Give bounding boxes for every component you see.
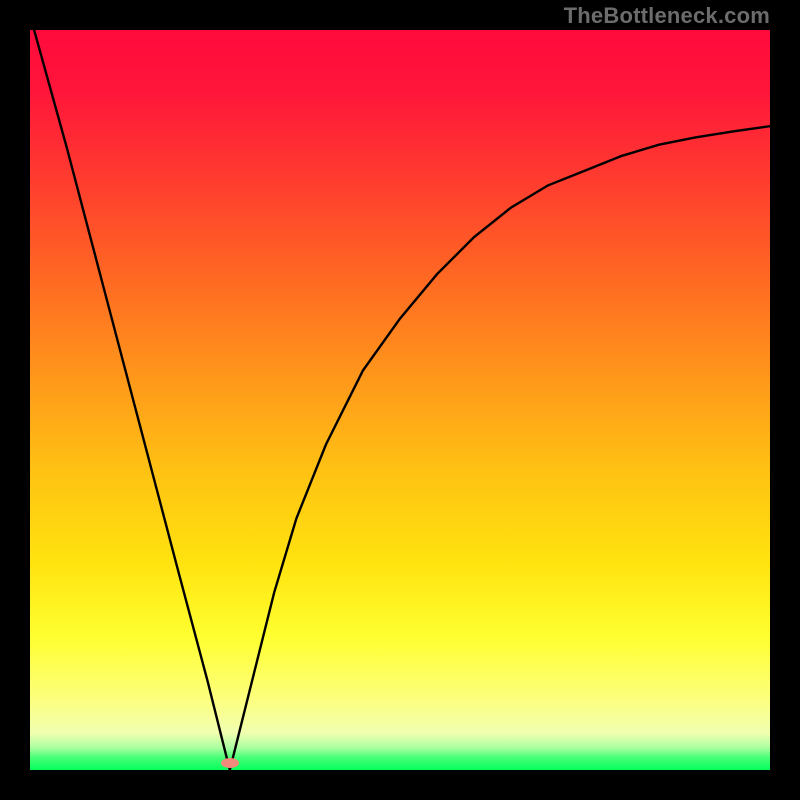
curve-svg: [30, 30, 770, 770]
bottleneck-curve: [30, 30, 770, 770]
plot-area: [30, 30, 770, 770]
watermark-text: TheBottleneck.com: [564, 3, 770, 29]
minimum-marker: [221, 758, 239, 768]
chart-frame: TheBottleneck.com: [0, 0, 800, 800]
